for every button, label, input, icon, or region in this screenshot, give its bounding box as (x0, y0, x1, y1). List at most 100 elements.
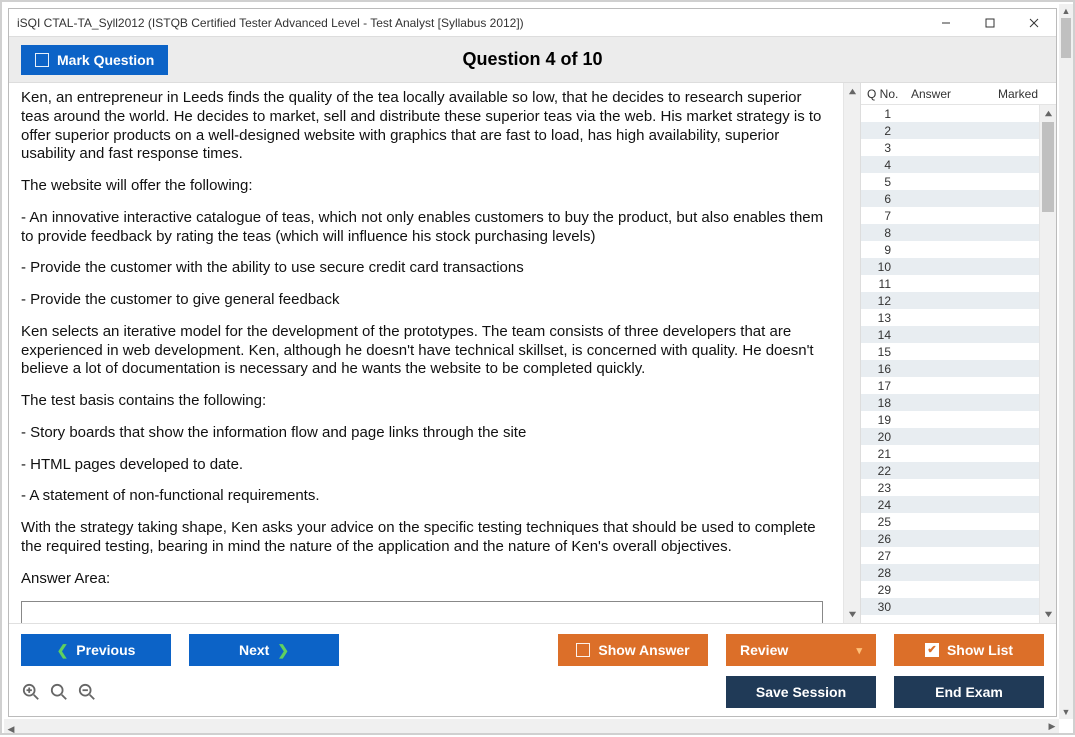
question-list-row[interactable]: 22 (861, 462, 1039, 479)
scroll-left-icon[interactable]: ◀ (4, 723, 18, 737)
question-list-row[interactable]: 6 (861, 190, 1039, 207)
zoom-out-icon[interactable] (77, 682, 97, 702)
question-list-row[interactable]: 10 (861, 258, 1039, 275)
close-button[interactable] (1012, 9, 1056, 37)
question-list-row[interactable]: 28 (861, 564, 1039, 581)
question-list-row[interactable]: 13 (861, 309, 1039, 326)
zoom-reset-icon[interactable] (49, 682, 69, 702)
maximize-button[interactable] (968, 9, 1012, 37)
question-paragraph: - Story boards that show the information… (21, 424, 831, 443)
question-panel: Ken, an entrepreneur in Leeds finds the … (9, 83, 860, 623)
question-paragraph: - An innovative interactive catalogue of… (21, 209, 831, 247)
outer-vertical-scrollbar[interactable]: ▲ ▼ (1059, 4, 1073, 719)
save-session-button[interactable]: Save Session (726, 676, 876, 708)
question-number: 14 (861, 328, 901, 342)
scroll-thumb[interactable] (1061, 18, 1071, 58)
question-list-row[interactable]: 16 (861, 360, 1039, 377)
question-number: 17 (861, 379, 901, 393)
question-paragraph: - HTML pages developed to date. (21, 456, 831, 475)
scroll-right-icon[interactable]: ▶ (1045, 719, 1059, 733)
question-list-row[interactable]: 15 (861, 343, 1039, 360)
question-list-row[interactable]: 3 (861, 139, 1039, 156)
question-number: 23 (861, 481, 901, 495)
question-number: 13 (861, 311, 901, 325)
question-list-row[interactable]: 7 (861, 207, 1039, 224)
review-label: Review (740, 642, 788, 658)
question-list-row[interactable]: 27 (861, 547, 1039, 564)
question-list-row[interactable]: 29 (861, 581, 1039, 598)
end-exam-button[interactable]: End Exam (894, 676, 1044, 708)
question-list-row[interactable]: 4 (861, 156, 1039, 173)
chevron-right-icon: ❯ (277, 642, 289, 659)
question-list-scrollbar[interactable] (1039, 105, 1056, 623)
question-paragraph: - A statement of non-functional requirem… (21, 487, 831, 506)
question-list-row[interactable]: 12 (861, 292, 1039, 309)
show-answer-button[interactable]: Show Answer (558, 634, 708, 666)
scroll-up-icon[interactable]: ▲ (1059, 4, 1073, 18)
next-label: Next (239, 642, 269, 658)
question-list-row[interactable]: 11 (861, 275, 1039, 292)
question-list-row[interactable]: 18 (861, 394, 1039, 411)
question-list-row[interactable]: 1 (861, 105, 1039, 122)
question-number: 6 (861, 192, 901, 206)
question-number: 2 (861, 124, 901, 138)
scroll-thumb[interactable] (1042, 122, 1054, 212)
question-list-row[interactable]: 21 (861, 445, 1039, 462)
question-number: 9 (861, 243, 901, 257)
scroll-up-icon[interactable] (1040, 105, 1056, 122)
answer-input[interactable] (21, 601, 823, 623)
scroll-down-icon[interactable] (844, 606, 860, 623)
next-button[interactable]: Next ❯ (189, 634, 339, 666)
mark-question-checkbox[interactable] (35, 53, 49, 67)
scroll-up-icon[interactable] (844, 83, 860, 100)
question-number: 15 (861, 345, 901, 359)
question-list-row[interactable]: 9 (861, 241, 1039, 258)
question-list-row[interactable]: 24 (861, 496, 1039, 513)
question-number: 4 (861, 158, 901, 172)
question-paragraph: - Provide the customer to give general f… (21, 291, 831, 310)
show-list-checkbox[interactable] (925, 643, 939, 657)
question-paragraph: Ken, an entrepreneur in Leeds finds the … (21, 89, 831, 164)
question-list-row[interactable]: 20 (861, 428, 1039, 445)
question-list-row[interactable]: 14 (861, 326, 1039, 343)
show-list-label: Show List (947, 642, 1013, 658)
show-list-button[interactable]: Show List (894, 634, 1044, 666)
show-answer-checkbox[interactable] (576, 643, 590, 657)
question-number: 8 (861, 226, 901, 240)
question-number: 3 (861, 141, 901, 155)
previous-button[interactable]: ❮ Previous (21, 634, 171, 666)
question-number: 19 (861, 413, 901, 427)
question-number: 26 (861, 532, 901, 546)
question-list-row[interactable]: 2 (861, 122, 1039, 139)
question-list-row[interactable]: 23 (861, 479, 1039, 496)
question-list-row[interactable]: 19 (861, 411, 1039, 428)
scroll-down-icon[interactable]: ▼ (1059, 705, 1073, 719)
outer-horizontal-scrollbar[interactable]: ◀ ▶ (4, 719, 1059, 733)
mark-question-button[interactable]: Mark Question (21, 45, 168, 75)
question-list-row[interactable]: 17 (861, 377, 1039, 394)
question-list-row[interactable]: 30 (861, 598, 1039, 615)
question-list-row[interactable]: 25 (861, 513, 1039, 530)
zoom-in-icon[interactable] (21, 682, 41, 702)
question-paragraph: With the strategy taking shape, Ken asks… (21, 519, 831, 557)
question-number: 1 (861, 107, 901, 121)
question-paragraph: - Provide the customer with the ability … (21, 259, 831, 278)
title-bar: iSQI CTAL-TA_Syll2012 (ISTQB Certified T… (9, 9, 1056, 37)
question-list-row[interactable]: 5 (861, 173, 1039, 190)
question-list-row[interactable]: 26 (861, 530, 1039, 547)
question-number: 16 (861, 362, 901, 376)
question-list-row[interactable]: 8 (861, 224, 1039, 241)
mark-question-label: Mark Question (57, 52, 154, 68)
answer-area-label: Answer Area: (21, 570, 831, 589)
scroll-down-icon[interactable] (1040, 606, 1056, 623)
question-number: 7 (861, 209, 901, 223)
minimize-button[interactable] (924, 9, 968, 37)
chevron-left-icon: ❮ (57, 642, 69, 659)
question-number: 18 (861, 396, 901, 410)
question-number: 30 (861, 600, 901, 614)
review-button[interactable]: Review ▾ (726, 634, 876, 666)
question-number: 12 (861, 294, 901, 308)
question-scrollbar[interactable] (843, 83, 860, 623)
question-number: 24 (861, 498, 901, 512)
question-number: 5 (861, 175, 901, 189)
